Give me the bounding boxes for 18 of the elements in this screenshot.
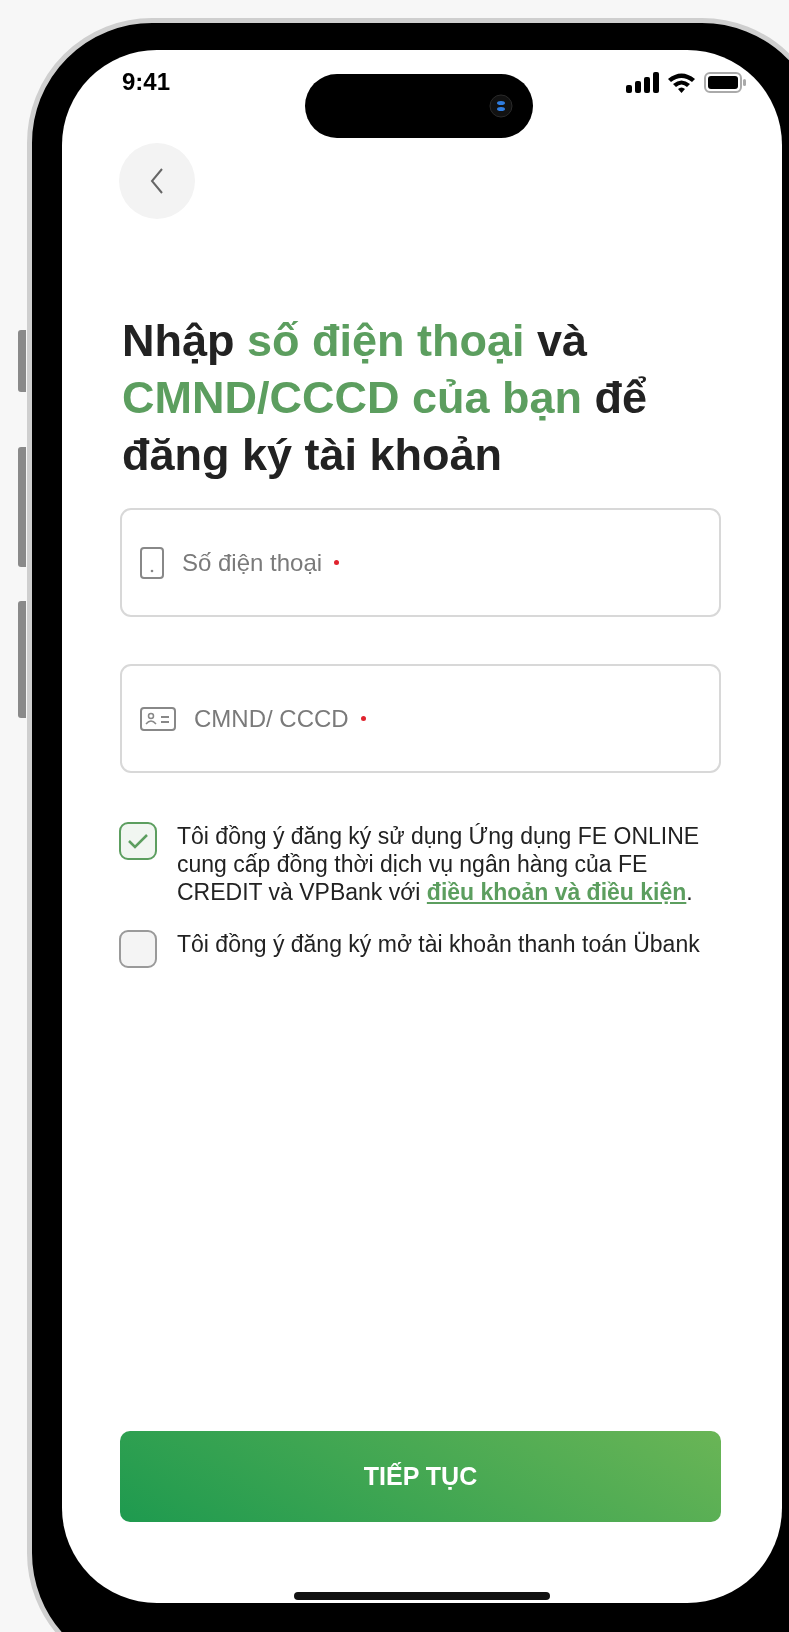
checkbox[interactable] xyxy=(119,930,157,968)
agreement-text: Tôi đồng ý đăng ký sử dụng Ứng dụng FE ONLINE cung cấp đồng thời dịch vụ ngân hàng của FE CREDIT và VPBank với điều khoản và điều kiện. xyxy=(177,822,701,906)
status-time: 9:41 xyxy=(122,68,171,96)
wifi-icon xyxy=(667,71,696,93)
checkbox[interactable] xyxy=(119,822,157,860)
id-card-icon xyxy=(140,706,176,731)
back-icon xyxy=(150,168,164,194)
phone-field[interactable]: Số điện thoại xyxy=(182,548,323,577)
camera-icon xyxy=(489,94,513,118)
signal-icon xyxy=(626,71,659,93)
id-number-field[interactable]: CMND/ CCCD xyxy=(194,704,349,733)
check-icon xyxy=(127,833,149,849)
battery-icon xyxy=(704,71,746,93)
terms-link[interactable]: điều khoản và điều kiện xyxy=(426,879,687,905)
agreement-text: Tôi đồng ý đăng ký mở tài khoản thanh toán Übank xyxy=(177,930,700,958)
continue-button[interactable]: TIẾP TỤC xyxy=(120,1431,721,1522)
phone-icon xyxy=(140,546,164,579)
page-heading: Nhập số điện thoại và CMND/CCCD của bạn để đăng ký tài khoản xyxy=(122,314,649,482)
